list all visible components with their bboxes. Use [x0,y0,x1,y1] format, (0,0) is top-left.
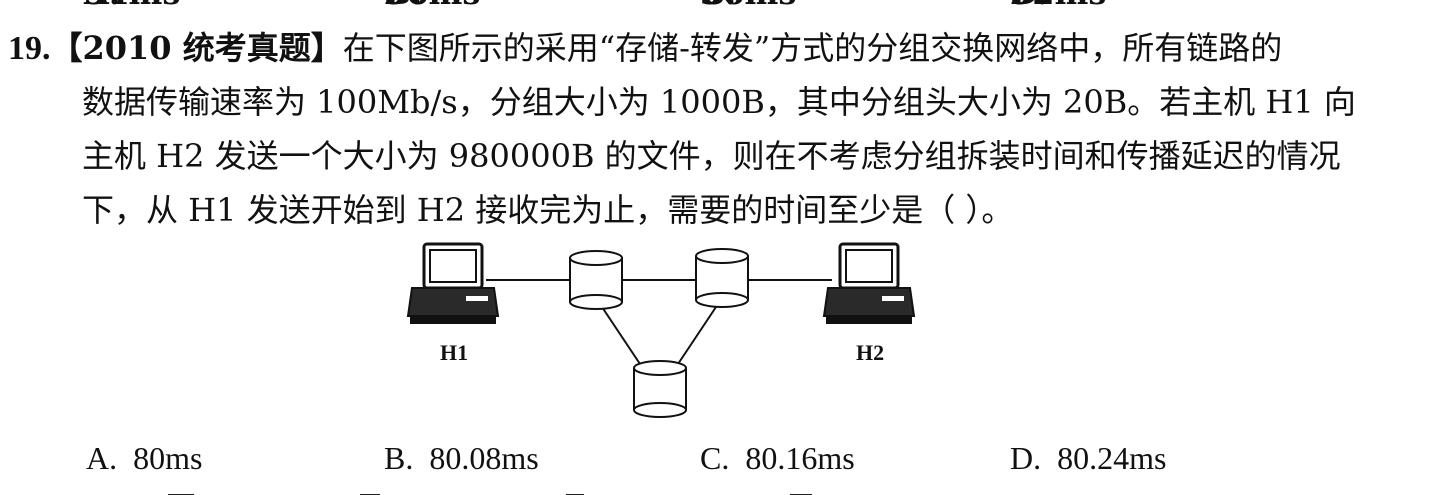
option-d-value: 80.24ms [1057,440,1167,476]
next-content-cut [0,486,1446,495]
host-h2-label: H2 [856,340,885,365]
network-diagram-svg [406,242,916,418]
host-h1-computer-icon [406,242,500,324]
exam-source-tag: 【2010 统考真题】 [50,29,343,67]
host-h2-computer-icon [822,242,916,324]
previous-question-options-cut: A. 34ms B. 36ms C. 36ms D. 32ms [0,0,1446,8]
answer-options: A. 80ms B. 80.08ms C. 80.16ms D. 80.24ms [0,440,1446,480]
network-diagram: H1 H2 [400,236,940,420]
router-2-cylinder-icon [695,248,749,308]
option-a-value: 80ms [133,440,203,476]
option-d[interactable]: D. 80.24ms [1010,440,1166,477]
question-line-4: 下，从 H1 发送开始到 H2 接收完为止，需要的时间至少是（ ）。 [82,191,1014,229]
option-a-letter: A. [86,440,118,476]
option-c-value: 80.16ms [745,440,855,476]
question-number: 19. [8,30,51,67]
option-a[interactable]: A. 80ms [86,440,202,477]
host-h1-label: H1 [440,340,469,365]
question-line-2: 数据传输速率为 100Mb/s，分组大小为 1000B，其中分组头大小为 20B… [82,83,1356,121]
router-3-cylinder-icon [633,360,687,418]
question-text-line-1: 在下图所示的采用“存储-转发”方式的分组交换网络中，所有链路的 [342,29,1283,67]
option-c-letter: C. [700,440,730,476]
router-1-cylinder-icon [569,250,623,310]
question-line-3: 主机 H2 发送一个大小为 980000B 的文件，则在不考虑分组拆装时间和传播… [82,137,1341,175]
option-d-letter: D. [1010,440,1042,476]
option-b-letter: B. [384,440,414,476]
option-c[interactable]: C. 80.16ms [700,440,855,477]
question-line-1: 19.【2010 统考真题】在下图所示的采用“存储-转发”方式的分组交换网络中，… [8,28,1282,69]
option-b-value: 80.08ms [429,440,539,476]
option-b[interactable]: B. 80.08ms [384,440,539,477]
